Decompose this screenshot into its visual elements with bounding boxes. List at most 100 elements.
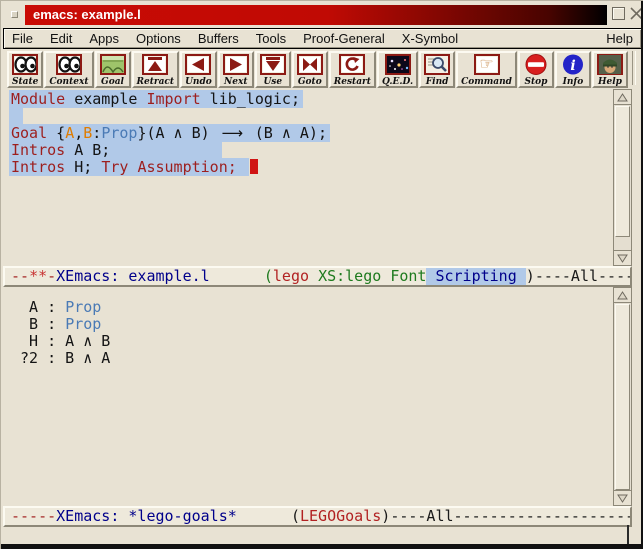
text-segment: (B ∧ A);	[246, 124, 327, 142]
goals-modeline: -----XEmacs: *lego-goals* (LEGOGoals)---…	[3, 506, 632, 527]
text-segment: Goal	[11, 124, 47, 142]
menu-options[interactable]: Options	[136, 31, 181, 46]
scrollbar-thumb[interactable]	[615, 106, 630, 237]
toolbar-button-label: Retract	[137, 77, 175, 87]
text-segment: (	[264, 267, 273, 285]
titlebar[interactable]: emacs: example.l	[25, 5, 607, 25]
toolbar-button-stop[interactable]: Stop	[518, 51, 554, 88]
toolbar-button-restart[interactable]: Restart	[329, 51, 376, 88]
toolbar-button-retract[interactable]: Retract	[132, 51, 180, 88]
text-segment: {	[47, 124, 65, 142]
scroll-down-arrow-icon[interactable]	[614, 490, 631, 505]
goals-line[interactable]: ?2 : B ∧ A	[3, 350, 613, 367]
window-menu-button[interactable]	[11, 11, 18, 18]
scroll-up-arrow-icon[interactable]	[614, 288, 631, 303]
goals-scrollbar[interactable]	[613, 287, 632, 506]
text-segment: Prop	[101, 124, 137, 142]
toolbar-button-next[interactable]: Next	[218, 51, 254, 88]
svg-text:i: i	[570, 58, 575, 74]
script-line[interactable]: Intros A B;	[3, 142, 613, 159]
text-segment: -	[47, 267, 56, 285]
toolbar-button-label: Command	[461, 77, 512, 87]
window-title: emacs: example.l	[33, 7, 141, 22]
text-segment: Import	[146, 90, 200, 108]
maximize-button[interactable]	[612, 7, 625, 20]
toolbar-button-state[interactable]: State	[7, 51, 43, 88]
menu-x-symbol[interactable]: X-Symbol	[402, 31, 458, 46]
text-cursor	[250, 159, 258, 174]
minibuffer[interactable]	[3, 527, 632, 544]
text-segment: ----All--------------------	[390, 507, 632, 525]
text-segment: :	[92, 124, 101, 142]
bowtie-icon	[297, 54, 323, 75]
menu-apps[interactable]: Apps	[89, 31, 119, 46]
text-segment: ----All----	[535, 267, 632, 285]
locked-region	[9, 107, 23, 125]
info-circle-icon: i	[560, 54, 586, 75]
script-line[interactable]: Intros H; Try Assumption;	[3, 159, 613, 176]
text-segment	[309, 267, 318, 285]
script-line[interactable]: Module example Import lib_logic;	[3, 91, 613, 108]
toolbar-button-label: Restart	[334, 77, 371, 87]
person-icon	[597, 54, 623, 75]
menu-proof-general[interactable]: Proof-General	[303, 31, 385, 46]
xemacs-window: emacs: example.l File Edit Apps Options Buff…	[0, 0, 643, 549]
script-line[interactable]	[3, 108, 613, 125]
toolbar-button-use[interactable]: Use	[255, 51, 291, 88]
resize-grip[interactable]	[627, 525, 641, 544]
circular-arrow-icon	[339, 54, 365, 75]
menu-help[interactable]: Help	[606, 31, 633, 46]
scroll-down-arrow-icon[interactable]	[614, 250, 631, 265]
goals-line[interactable]: B : Prop	[3, 316, 613, 333]
toolbar-button-info[interactable]: iInfo	[555, 51, 591, 88]
toolbar-button-label: Q.E.D.	[382, 77, 413, 87]
text-segment: lego	[273, 267, 309, 285]
text-segment: B :	[11, 315, 65, 333]
toolbar-button-find[interactable]: Find	[419, 51, 455, 88]
text-segment	[110, 141, 218, 159]
text-segment	[237, 507, 291, 525]
text-segment: Try	[101, 158, 128, 176]
script-buffer[interactable]: Module example Import lib_logic; Goal {A…	[3, 89, 613, 266]
text-segment: Font	[390, 267, 426, 285]
toolbar-button-goal[interactable]: Goal	[95, 51, 131, 88]
text-segment: H;	[65, 158, 101, 176]
script-line[interactable]: Goal {A,B:Prop}(A ∧ B) ⟶ (B ∧ A);	[3, 125, 613, 142]
text-segment: XEmacs: example.l	[56, 267, 210, 285]
text-segment: B	[83, 124, 92, 142]
script-scrollbar[interactable]	[613, 89, 632, 266]
goals-line[interactable]: H : A ∧ B	[3, 333, 613, 350]
scroll-up-arrow-icon[interactable]	[614, 90, 631, 105]
text-segment	[210, 267, 264, 285]
toolbar-button-goto[interactable]: Goto	[292, 51, 328, 88]
text-segment: --	[11, 267, 29, 285]
goals-line[interactable]: A : Prop	[3, 299, 613, 316]
galaxy-icon	[385, 54, 411, 75]
toolbar-button-label: Find	[426, 77, 449, 87]
scrollbar-thumb[interactable]	[615, 304, 630, 490]
toolbar-separator	[632, 51, 636, 85]
text-segment: **	[29, 267, 47, 285]
text-segment: Prop	[65, 298, 101, 316]
locked-region: Module example Import lib_logic;	[9, 90, 303, 108]
toolbar-button-help[interactable]: Help	[592, 51, 628, 88]
eyes-icon	[56, 54, 82, 75]
toolbar-button-command[interactable]: ☞Command	[456, 51, 517, 88]
menu-buffers[interactable]: Buffers	[198, 31, 239, 46]
menu-tools[interactable]: Tools	[256, 31, 286, 46]
text-segment: A	[65, 124, 74, 142]
text-segment: )	[526, 267, 535, 285]
text-segment: example	[65, 90, 146, 108]
toolbar-button-undo[interactable]: Undo	[180, 51, 217, 88]
text-segment: Intros	[11, 158, 65, 176]
menu-file[interactable]: File	[12, 31, 33, 46]
text-segment: lib_logic;	[201, 90, 300, 108]
menu-edit[interactable]: Edit	[50, 31, 72, 46]
toolbar-button-q-e-d[interactable]: Q.E.D.	[377, 51, 418, 88]
menu-bar: File Edit Apps Options Buffers Tools Proof-Gen…	[3, 28, 642, 49]
text-segment: Assumption;	[137, 158, 236, 176]
toolbar-button-label: Help	[598, 77, 622, 87]
toolbar-button-context[interactable]: Context	[44, 51, 93, 88]
goals-buffer[interactable]: A : Prop B : Prop H : A ∧ B ?2 : B ∧ A	[3, 287, 613, 506]
triangle-right-icon	[223, 54, 249, 75]
